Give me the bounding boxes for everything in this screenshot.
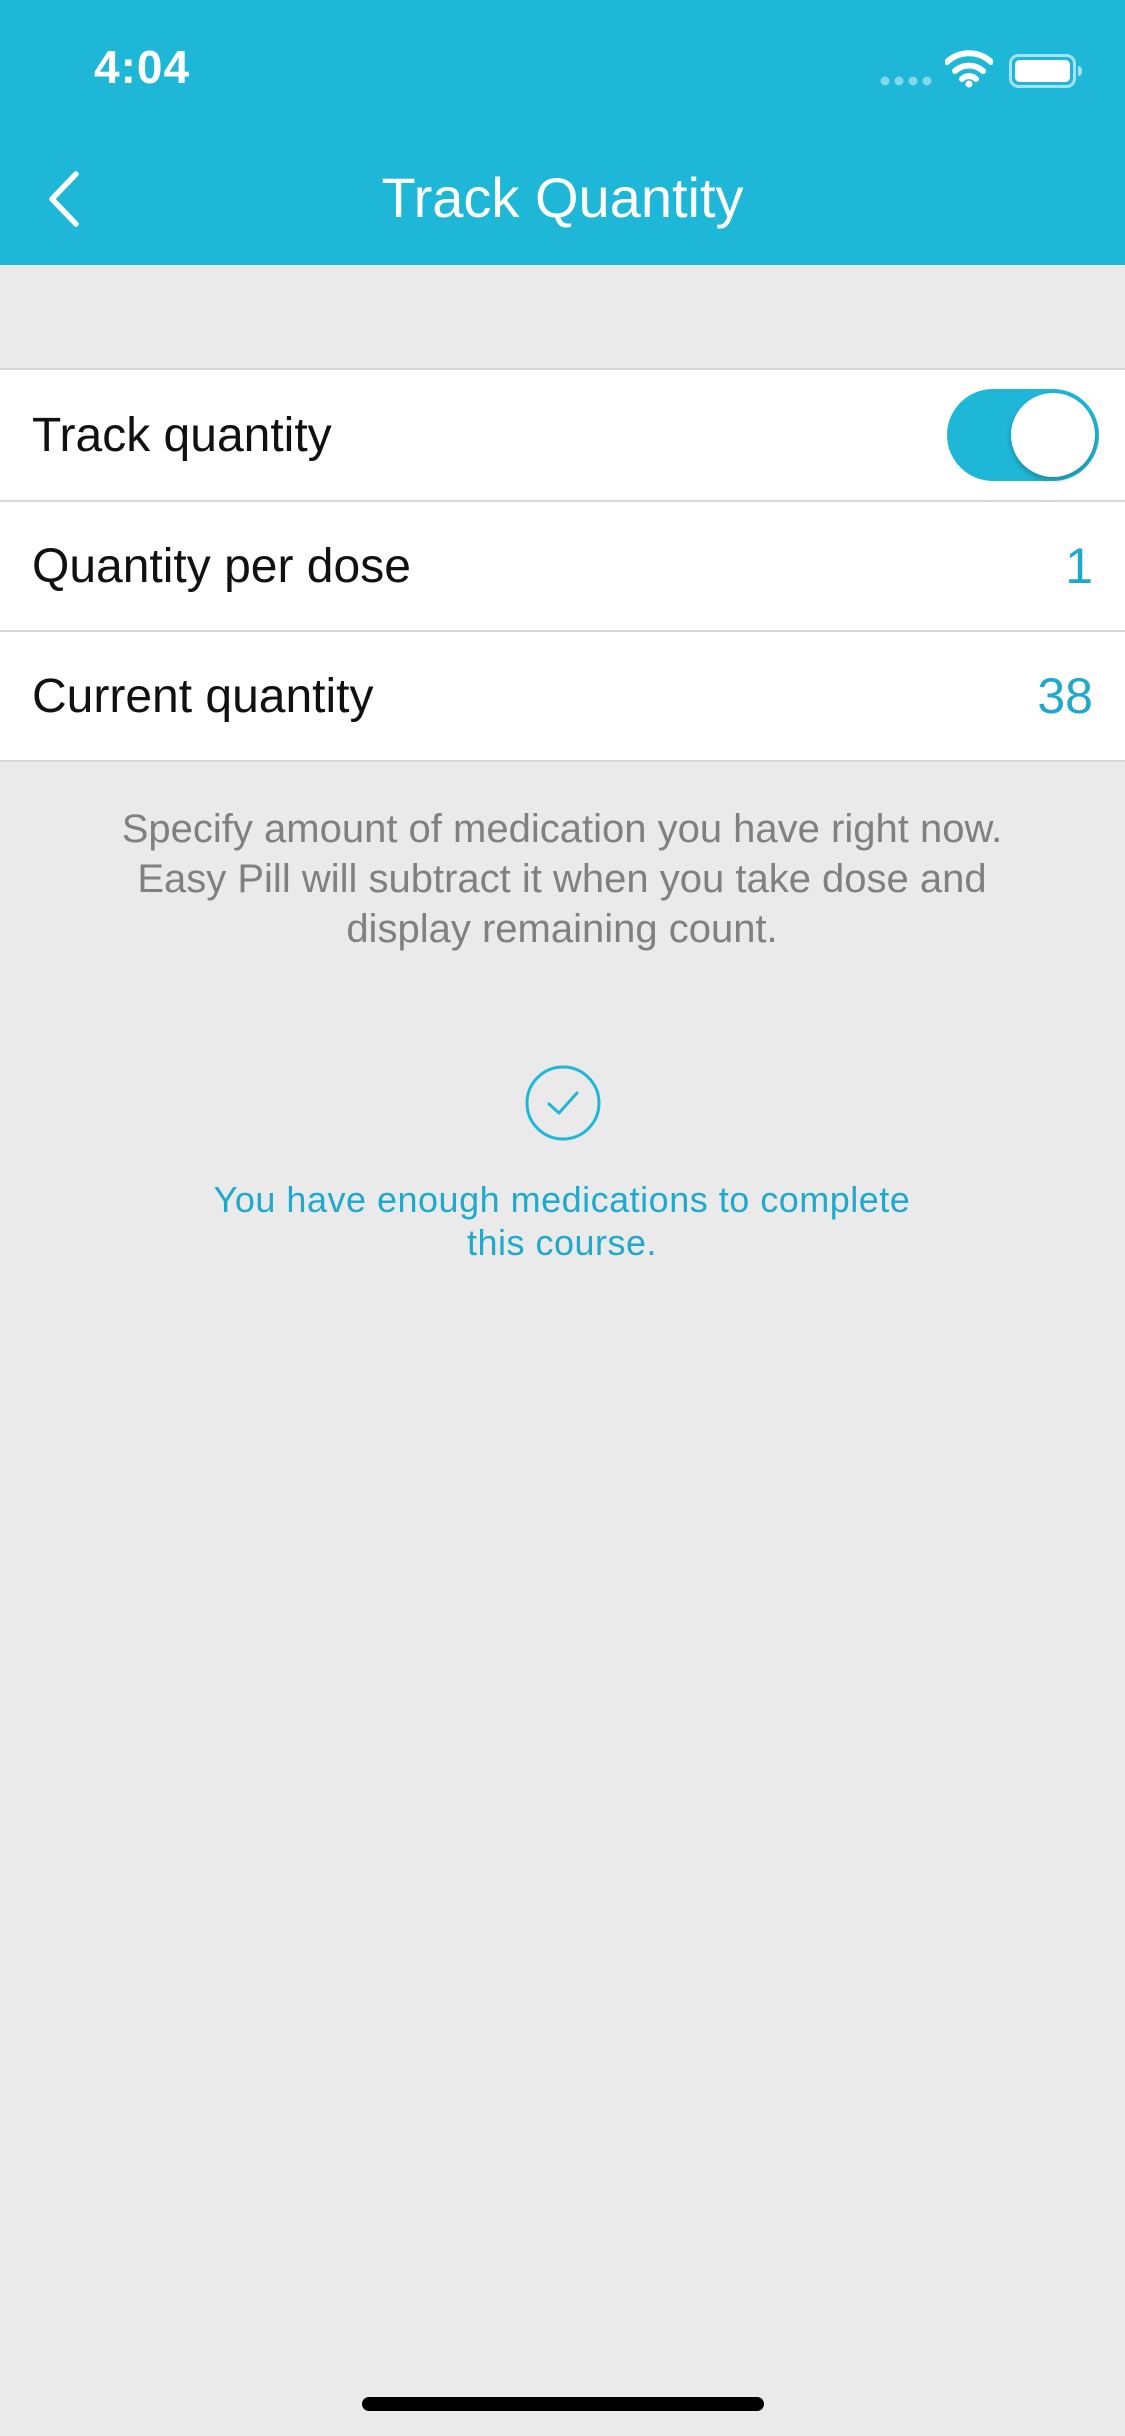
settings-list: Track quantity Quantity per dose 1 Curre… (0, 368, 1125, 762)
quantity-per-dose-value: 1 (1065, 538, 1093, 594)
status-message: You have enough medications to complete … (213, 1179, 911, 1263)
track-quantity-toggle[interactable] (947, 389, 1099, 481)
check-circle-icon (525, 1065, 601, 1141)
hint-text: Specify amount of medication you have ri… (121, 807, 1003, 951)
track-quantity-row: Track quantity (0, 370, 1125, 500)
current-quantity-value: 38 (1037, 668, 1093, 724)
page-title: Track Quantity (381, 166, 744, 229)
status-time: 4:04 (94, 41, 191, 93)
navigation-header: 4:04 Track Quantity (0, 0, 1125, 265)
battery-icon (1009, 54, 1082, 88)
current-quantity-row[interactable]: Current quantity 38 (0, 630, 1125, 760)
signal-icon (880, 76, 932, 86)
quantity-per-dose-row[interactable]: Quantity per dose 1 (0, 500, 1125, 630)
current-quantity-label: Current quantity (32, 669, 374, 723)
wifi-icon (945, 50, 993, 88)
track-quantity-label: Track quantity (32, 408, 332, 462)
quantity-per-dose-label: Quantity per dose (32, 539, 411, 593)
home-indicator[interactable] (362, 2397, 764, 2411)
toggle-knob (1011, 393, 1095, 477)
